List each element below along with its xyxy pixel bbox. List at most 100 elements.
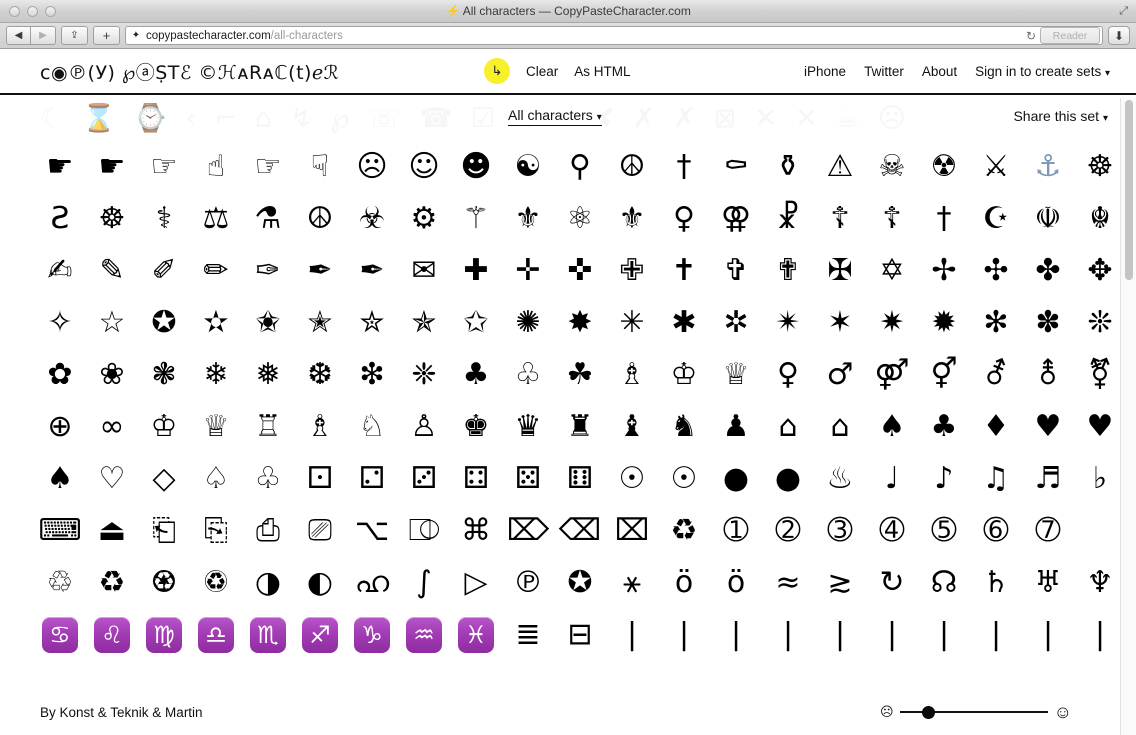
character-cell[interactable]: ⚛ — [554, 193, 606, 245]
character-cell[interactable]: ▷ — [450, 557, 502, 609]
character-cell[interactable]: ⎚ — [294, 505, 346, 557]
character-cell[interactable]: ⚁ — [346, 453, 398, 505]
character-cell[interactable]: ⌦ — [502, 505, 554, 557]
character-cell[interactable]: ♨ — [814, 453, 866, 505]
character-cell[interactable]: ✚ — [450, 245, 502, 297]
character-cell[interactable]: ⚔ — [970, 141, 1022, 193]
character-cell[interactable]: ✭ — [294, 297, 346, 349]
character-cell[interactable]: ✙ — [606, 245, 658, 297]
character-cell[interactable]: ➁ — [762, 505, 814, 557]
character-cell[interactable]: ♘ — [346, 401, 398, 453]
character-cell[interactable]: ♂ — [814, 349, 866, 401]
reset-button[interactable]: ↳ — [484, 58, 510, 84]
character-cell[interactable]: † — [918, 193, 970, 245]
nav-item-twitter[interactable]: Twitter — [864, 64, 904, 79]
character-cell[interactable]: ☦ — [866, 193, 918, 245]
character-cell[interactable]: ⌧ — [606, 505, 658, 557]
character-cell[interactable]: ❀ — [86, 349, 138, 401]
scrollbar-thumb[interactable] — [1125, 100, 1133, 280]
character-cell[interactable]: ♎ — [190, 609, 242, 661]
character-cell[interactable]: ✥ — [1074, 245, 1126, 297]
character-cell[interactable]: | — [866, 609, 918, 661]
character-cell[interactable]: ✲ — [710, 297, 762, 349]
character-cell[interactable]: ✿ — [34, 349, 86, 401]
character-cell[interactable]: ♞ — [658, 401, 710, 453]
character-cell[interactable]: ♪ — [918, 453, 970, 505]
character-cell[interactable]: ⚰ — [710, 141, 762, 193]
character-cell[interactable]: ☆ — [86, 297, 138, 349]
character-cell[interactable]: ✺ — [502, 297, 554, 349]
character-cell[interactable]: ↻ — [866, 557, 918, 609]
character-cell[interactable]: ♤ — [190, 453, 242, 505]
character-cell[interactable]: ♖ — [242, 401, 294, 453]
character-cell[interactable]: | — [918, 609, 970, 661]
character-cell[interactable]: ☺ — [398, 141, 450, 193]
character-cell[interactable]: ➂ — [814, 505, 866, 557]
character-cell[interactable]: ✡ — [866, 245, 918, 297]
character-cell[interactable]: ☸ — [86, 193, 138, 245]
character-cell[interactable]: ⚱ — [762, 141, 814, 193]
character-cell[interactable]: ⚤ — [866, 349, 918, 401]
character-cell[interactable]: ⚢ — [710, 193, 762, 245]
character-cell[interactable]: ⚖ — [190, 193, 242, 245]
character-cell[interactable]: ⚜ — [606, 193, 658, 245]
character-cell[interactable]: ✏ — [190, 245, 242, 297]
character-cell[interactable]: ⎘ — [190, 505, 242, 557]
character-cell[interactable]: ☪ — [970, 193, 1022, 245]
character-cell[interactable]: ≣ — [502, 609, 554, 661]
character-cell[interactable]: ♛ — [502, 401, 554, 453]
character-cell[interactable]: ⚜ — [502, 193, 554, 245]
character-cell[interactable]: ✟ — [762, 245, 814, 297]
character-cell[interactable]: ♑ — [346, 609, 398, 661]
character-cell[interactable]: ◑ — [242, 557, 294, 609]
character-cell[interactable]: ☘ — [554, 349, 606, 401]
character-cell[interactable]: ⎄ — [398, 505, 450, 557]
character-cell[interactable]: ☧ — [762, 193, 814, 245]
character-cell[interactable]: ⏏ — [86, 505, 138, 557]
character-cell[interactable]: ✪ — [554, 557, 606, 609]
character-cell[interactable]: ♻ — [86, 557, 138, 609]
character-cell[interactable]: ✍ — [34, 245, 86, 297]
character-cell[interactable]: ☫ — [1022, 193, 1074, 245]
character-cell[interactable]: ✩ — [450, 297, 502, 349]
character-cell[interactable]: ⌘ — [450, 505, 502, 557]
character-cell[interactable]: ♠ — [866, 401, 918, 453]
character-cell[interactable]: ❃ — [138, 349, 190, 401]
slider-track[interactable] — [899, 705, 1048, 719]
character-cell[interactable]: Ƨ — [34, 193, 86, 245]
character-cell[interactable]: ✎ — [86, 245, 138, 297]
character-cell[interactable]: ⊕ — [34, 401, 86, 453]
character-cell[interactable]: ✱ — [658, 297, 710, 349]
character-cell[interactable]: ⚹ — [606, 557, 658, 609]
character-cell[interactable]: ✐ — [138, 245, 190, 297]
character-cell[interactable]: ✬ — [242, 297, 294, 349]
character-cell[interactable]: ∫ — [398, 557, 450, 609]
character-cell[interactable]: ◇ — [138, 453, 190, 505]
character-cell[interactable]: ➅ — [970, 505, 1022, 557]
character-cell[interactable]: ⚅ — [554, 453, 606, 505]
character-cell[interactable]: ∞ — [86, 401, 138, 453]
character-cell[interactable]: ✧ — [34, 297, 86, 349]
back-button[interactable]: ◀ — [6, 26, 31, 45]
character-cell[interactable]: ♭ — [1074, 453, 1126, 505]
character-cell[interactable]: ⚥ — [918, 349, 970, 401]
character-cell[interactable]: ⌂ — [762, 401, 814, 453]
character-cell[interactable]: | — [814, 609, 866, 661]
character-cell[interactable]: ♣ — [450, 349, 502, 401]
character-cell[interactable]: ♠ — [34, 453, 86, 505]
character-cell[interactable]: | — [658, 609, 710, 661]
reload-icon[interactable]: ↻ — [1026, 29, 1036, 43]
character-cell[interactable]: ⚕ — [138, 193, 190, 245]
character-cell[interactable]: ♌ — [86, 609, 138, 661]
nav-item-iphone[interactable]: iPhone — [804, 64, 846, 79]
character-cell[interactable]: ❄ — [190, 349, 242, 401]
character-cell[interactable]: ⚚ — [450, 193, 502, 245]
character-cell[interactable]: ⚙ — [398, 193, 450, 245]
character-cell[interactable]: ☛ — [86, 141, 138, 193]
character-cell[interactable]: ӧ — [658, 557, 710, 609]
character-cell[interactable]: | — [762, 609, 814, 661]
character-cell[interactable]: ➀ — [710, 505, 762, 557]
character-cell[interactable]: ☞ — [242, 141, 294, 193]
character-set-dropdown[interactable]: All characters ▾ — [508, 107, 602, 126]
character-cell[interactable]: ♓ — [450, 609, 502, 661]
